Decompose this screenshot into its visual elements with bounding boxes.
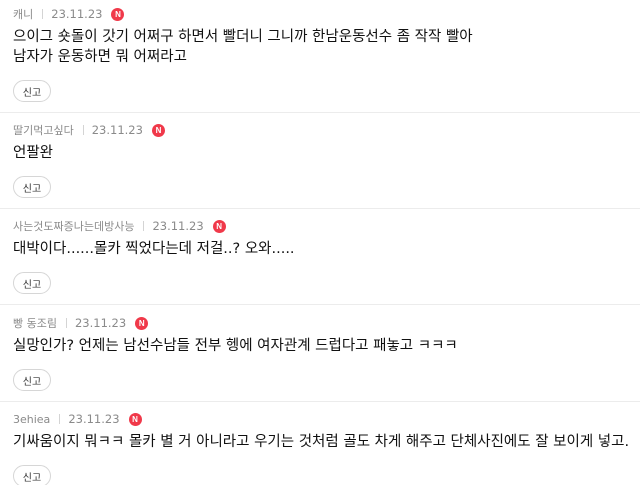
comment-item: 딸기먹고싶다 23.11.23 N 언팔완 신고 bbox=[0, 112, 640, 208]
comment-text-line: 실망인가? 언제는 남선수남들 전부 헹에 여자관계 드럽다고 패놓고 ㅋㅋㅋ bbox=[13, 338, 458, 354]
comment-meta: 캐니 23.11.23 N bbox=[13, 6, 630, 22]
comment-date: 23.11.23 bbox=[91, 123, 143, 137]
report-button[interactable]: 신고 bbox=[13, 80, 51, 102]
comment-text-line: 남자가 운동하면 뭐 어쩌라고 bbox=[13, 49, 187, 65]
comment-text-line: 으이그 숏돌이 갓기 어쩌구 하면서 빨더니 그니까 한남운동선수 좀 작작 빨… bbox=[13, 29, 473, 45]
new-badge-icon: N bbox=[135, 316, 149, 330]
comment-item: 캐니 23.11.23 N 으이그 숏돌이 갓기 어쩌구 하면서 빨더니 그니까… bbox=[0, 0, 640, 112]
new-badge-icon: N bbox=[128, 412, 142, 426]
comment-item: 사는것도짜증나는데방사능 23.11.23 N 대박이다......몰카 찍었다… bbox=[0, 208, 640, 304]
comment-date: 23.11.23 bbox=[68, 412, 120, 426]
new-badge-icon: N bbox=[151, 123, 165, 137]
comment-date: 23.11.23 bbox=[152, 219, 204, 233]
comment-meta: 사는것도짜증나는데방사능 23.11.23 N bbox=[13, 218, 630, 234]
comment-meta: 3ehiea 23.11.23 N bbox=[13, 411, 630, 427]
comment-item: 빵 동조림 23.11.23 N 실망인가? 언제는 남선수남들 전부 헹에 여… bbox=[0, 304, 640, 401]
meta-divider bbox=[143, 221, 145, 231]
comment-author[interactable]: 딸기먹고싶다 bbox=[13, 122, 74, 138]
meta-divider bbox=[82, 125, 84, 135]
comment-text-line: 기싸움이지 뭐ㅋㅋ 몰카 별 거 아니라고 우기는 것처럼 골도 차게 해주고 … bbox=[13, 434, 630, 450]
report-button[interactable]: 신고 bbox=[13, 369, 51, 391]
meta-divider bbox=[42, 9, 44, 19]
comment-date: 23.11.23 bbox=[51, 7, 103, 21]
comment-text-line: 언팔완 bbox=[13, 145, 54, 161]
report-button[interactable]: 신고 bbox=[13, 272, 51, 294]
new-badge-icon: N bbox=[212, 219, 226, 233]
comment-author[interactable]: 빵 동조림 bbox=[13, 315, 57, 331]
meta-divider bbox=[59, 414, 61, 424]
comment-meta: 빵 동조림 23.11.23 N bbox=[13, 315, 630, 331]
comment-author[interactable]: 3ehiea bbox=[13, 413, 50, 426]
comment-date: 23.11.23 bbox=[74, 316, 127, 330]
report-button[interactable]: 신고 bbox=[13, 465, 51, 485]
comment-author[interactable]: 캐니 bbox=[13, 6, 33, 22]
comment-author[interactable]: 사는것도짜증나는데방사능 bbox=[13, 218, 134, 234]
comment-text-line: 대박이다......몰카 찍었다는데 저걸..? 오와..... bbox=[13, 241, 295, 257]
report-button[interactable]: 신고 bbox=[13, 176, 51, 198]
comment-list: 캐니 23.11.23 N 으이그 숏돌이 갓기 어쩌구 하면서 빨더니 그니까… bbox=[0, 0, 640, 485]
new-badge-icon: N bbox=[111, 7, 125, 21]
comment-meta: 딸기먹고싶다 23.11.23 N bbox=[13, 122, 630, 138]
comment-item: 3ehiea 23.11.23 N 기싸움이지 뭐ㅋㅋ 몰카 별 거 아니라고 … bbox=[0, 401, 640, 485]
meta-divider bbox=[65, 318, 67, 328]
